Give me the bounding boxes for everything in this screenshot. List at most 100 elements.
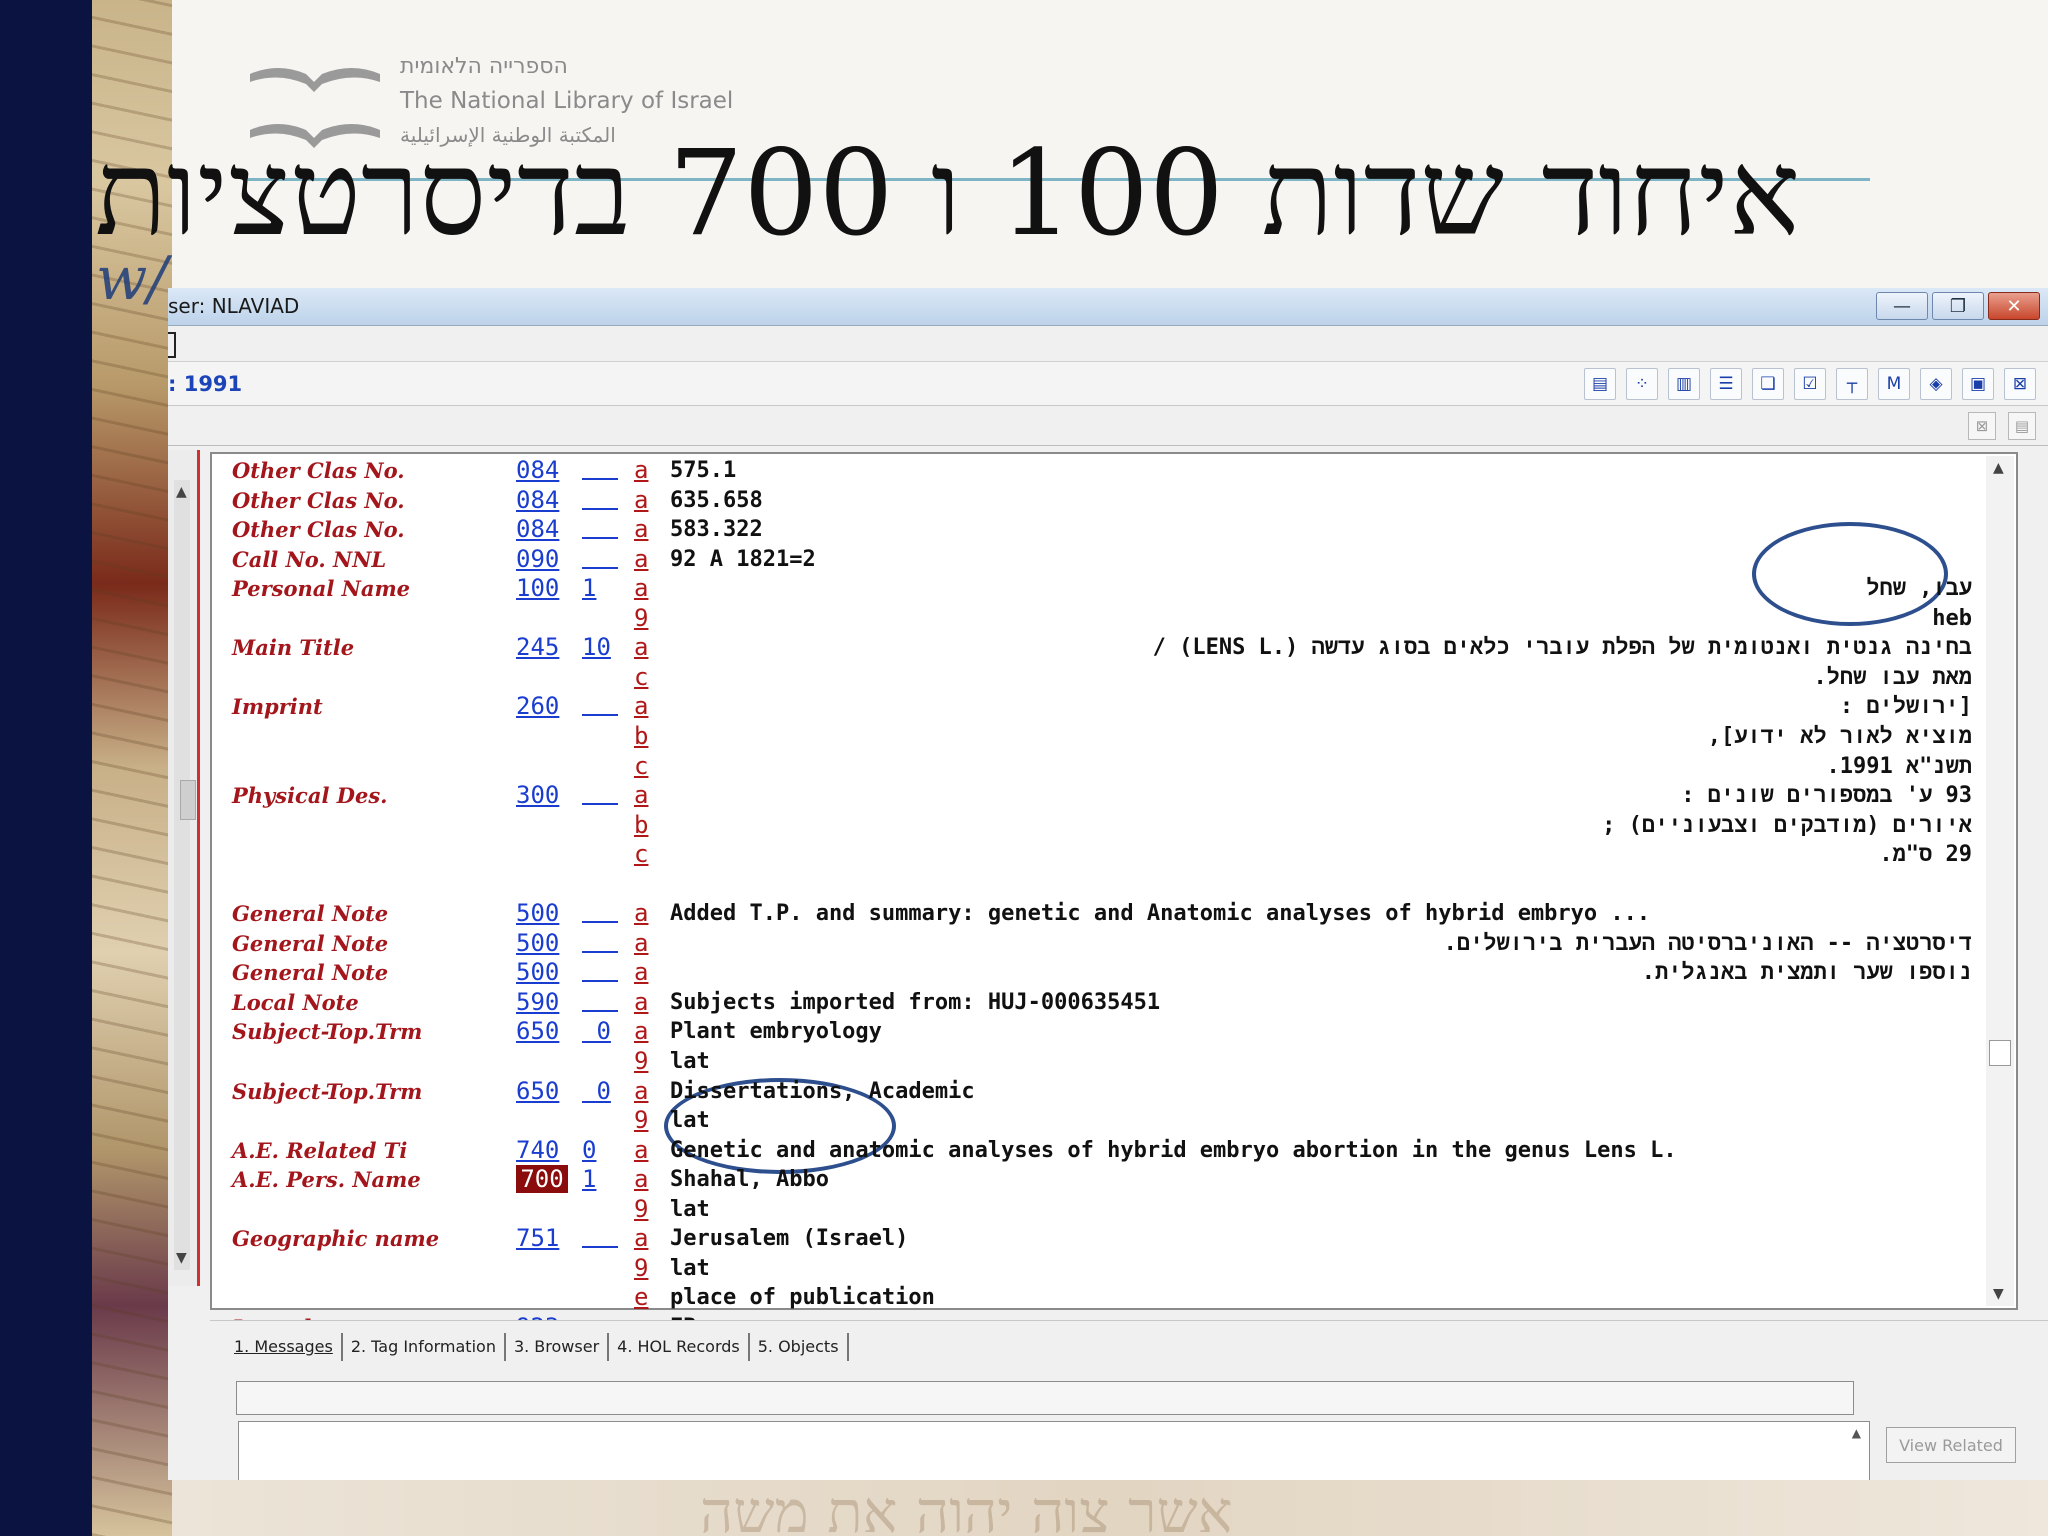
restore-button[interactable]: ❐ [1932, 292, 1984, 320]
subfield-code[interactable]: a [634, 781, 652, 809]
list-icon[interactable]: ☰ [1710, 368, 1742, 400]
marc-field-row[interactable]: Other Clas No. 084 a 635.658 [212, 486, 1972, 515]
marc-field-row[interactable]: c 29 ס"מ. [212, 840, 1972, 869]
menu-bracket-icon[interactable] [168, 332, 176, 358]
field-tag[interactable]: 740 [516, 1136, 570, 1164]
field-tag[interactable]: 650 [516, 1017, 570, 1045]
field-indicator-blank[interactable] [582, 515, 618, 540]
marc-field-row[interactable]: Local Note 590 a Subjects imported from: HU… [212, 988, 1972, 1017]
message-area[interactable]: ▲ [238, 1421, 1870, 1480]
field-indicator-blank[interactable] [582, 692, 618, 717]
field-indicator-blank[interactable] [582, 486, 618, 510]
subfield-code[interactable]: b [634, 722, 652, 750]
expand-icon[interactable]: ⊠ [2004, 368, 2036, 400]
marc-field-row[interactable]: 9 lat [212, 1106, 1972, 1135]
field-tag[interactable]: 090 [516, 545, 570, 573]
field-tag[interactable]: 245 [516, 633, 570, 661]
subfield-code[interactable]: a [634, 1136, 652, 1164]
field-tag[interactable]: 751 [516, 1224, 570, 1252]
close-view-icon[interactable]: ⊠ [1968, 412, 1996, 440]
book-icon[interactable]: ▥ [1668, 368, 1700, 400]
delete-icon[interactable]: ▣ [1962, 368, 1994, 400]
message-input[interactable] [236, 1381, 1854, 1415]
marc-field-row[interactable]: e place of publication [212, 1283, 1972, 1312]
subfield-code[interactable]: c [634, 752, 652, 780]
scroll-down-icon[interactable]: ▼ [176, 1250, 187, 1266]
split-icon[interactable]: ┬ [1836, 368, 1868, 400]
tree-icon[interactable]: ⁘ [1626, 368, 1658, 400]
left-scroll-thumb[interactable] [180, 780, 196, 820]
field-indicator-blank[interactable] [582, 899, 618, 924]
marc-icon[interactable]: M [1878, 368, 1910, 400]
marc-field-row[interactable]: 9 heb [212, 604, 1972, 633]
marc-field-row[interactable]: Subject-Top.Trm 650 0 a Dissertations, Acad… [212, 1077, 1972, 1106]
tab-objects[interactable]: 5. Objects [750, 1333, 849, 1361]
field-tag[interactable]: 500 [516, 899, 570, 927]
subfield-code[interactable]: a [634, 456, 652, 484]
subfield-code[interactable]: a [634, 574, 652, 602]
field-tag[interactable]: 260 [516, 692, 570, 720]
subfield-code[interactable]: a [634, 929, 652, 957]
marc-field-row[interactable]: b מוציא לאור לא ידוע], [212, 722, 1972, 751]
subfield-code[interactable]: a [634, 1165, 652, 1193]
subfield-value[interactable]: lat [670, 1108, 710, 1133]
subfield-value[interactable]: Genetic and anatomic analyses of hybrid … [670, 1138, 1677, 1163]
field-tag[interactable]: 500 [516, 958, 570, 986]
subfield-value[interactable]: 29 ס"מ. [1879, 842, 1972, 868]
field-indicator-blank[interactable] [582, 1224, 618, 1249]
field-tag[interactable]: 100 [516, 574, 570, 602]
subfield-value[interactable]: [ירושלים : [1840, 694, 1972, 720]
field-indicator-blank[interactable] [582, 929, 618, 953]
subfield-value[interactable]: בחינה גנטית ואנטומית של הפלת עוברי כלאים… [1153, 635, 1972, 661]
marc-field-row[interactable]: Imprint 260 a [ירושלים : [212, 692, 1972, 721]
subfield-code[interactable]: e [634, 1283, 652, 1311]
check-icon[interactable]: ☑ [1794, 368, 1826, 400]
subfield-value[interactable]: מוציא לאור לא ידוע], [1708, 724, 1972, 750]
marc-field-row[interactable]: Other Clas No. 084 a 575.1 [212, 456, 1972, 485]
subfield-value[interactable]: 92 A 1821=2 [670, 547, 816, 572]
marc-field-row[interactable]: c תשנ"א 1991. [212, 752, 1972, 781]
copy-icon[interactable]: ❏ [1752, 368, 1784, 400]
marc-field-row[interactable]: 9 lat [212, 1195, 1972, 1224]
field-indicator[interactable]: 0 [582, 1017, 618, 1045]
subfield-value[interactable]: 93 ע' במספורים שונים : [1681, 783, 1972, 809]
editor-scroll-thumb[interactable] [1989, 1040, 2011, 1066]
subfield-value[interactable]: עבו, שחל [1866, 576, 1972, 602]
subfield-value[interactable]: 583.322 [670, 517, 763, 542]
subfield-code[interactable]: 9 [634, 1106, 652, 1134]
subfield-code[interactable]: a [634, 988, 652, 1016]
field-indicator-blank[interactable] [582, 958, 618, 983]
field-indicator-blank[interactable] [582, 988, 618, 1012]
message-scroll-up-icon[interactable]: ▲ [1852, 1426, 1861, 1440]
subfield-code[interactable]: a [634, 899, 652, 927]
marc-field-row[interactable]: c מאת עבו שחל. [212, 663, 1972, 692]
marc-field-row[interactable]: General Note 500 a דיסרטציה -- האוניברסיטה … [212, 929, 1972, 958]
field-indicator[interactable]: 10 [582, 633, 618, 661]
subfield-code[interactable]: 9 [634, 1047, 652, 1075]
marc-field-row[interactable]: Call No. NNL 090 a 92 A 1821=2 [212, 545, 1972, 574]
subfield-code[interactable]: a [634, 545, 652, 573]
subfield-value[interactable]: איורים (מודבקים וצבעוניים) ; [1602, 813, 1972, 839]
subfield-code[interactable]: c [634, 840, 652, 868]
subfield-value[interactable]: 635.658 [670, 488, 763, 513]
left-scrollbar[interactable]: ▲ ▼ [174, 480, 196, 1270]
tab-browser[interactable]: 3. Browser [506, 1333, 610, 1361]
subfield-code[interactable]: c [634, 663, 652, 691]
marc-field-row[interactable]: Other Clas No. 084 a 583.322 [212, 515, 1972, 544]
editor-scrollbar[interactable]: ▲ ▼ [1986, 456, 2014, 1306]
field-tag[interactable]: 700 [516, 1165, 568, 1194]
subfield-value[interactable]: נוספו שער ותמצית באנגלית. [1642, 960, 1972, 986]
field-indicator[interactable]: 1 [582, 574, 618, 602]
subfield-code[interactable]: 9 [634, 604, 652, 632]
tab-messages[interactable]: 1. Messages [226, 1333, 343, 1361]
subfield-code[interactable]: a [634, 515, 652, 543]
left-tree-pane[interactable]: ▲ ▼ [168, 450, 200, 1286]
nodes-icon[interactable]: ◈ [1920, 368, 1952, 400]
subfield-value[interactable]: Shahal, Abbo [670, 1167, 829, 1192]
tab-tag-information[interactable]: 2. Tag Information [343, 1333, 506, 1361]
marc-field-row[interactable]: 9 lat [212, 1047, 1972, 1076]
subfield-code[interactable]: b [634, 811, 652, 839]
doc-edit-icon[interactable]: ▤ [1584, 368, 1616, 400]
subfield-code[interactable]: a [634, 1017, 652, 1045]
editor-scroll-down-icon[interactable]: ▼ [1993, 1286, 2004, 1302]
